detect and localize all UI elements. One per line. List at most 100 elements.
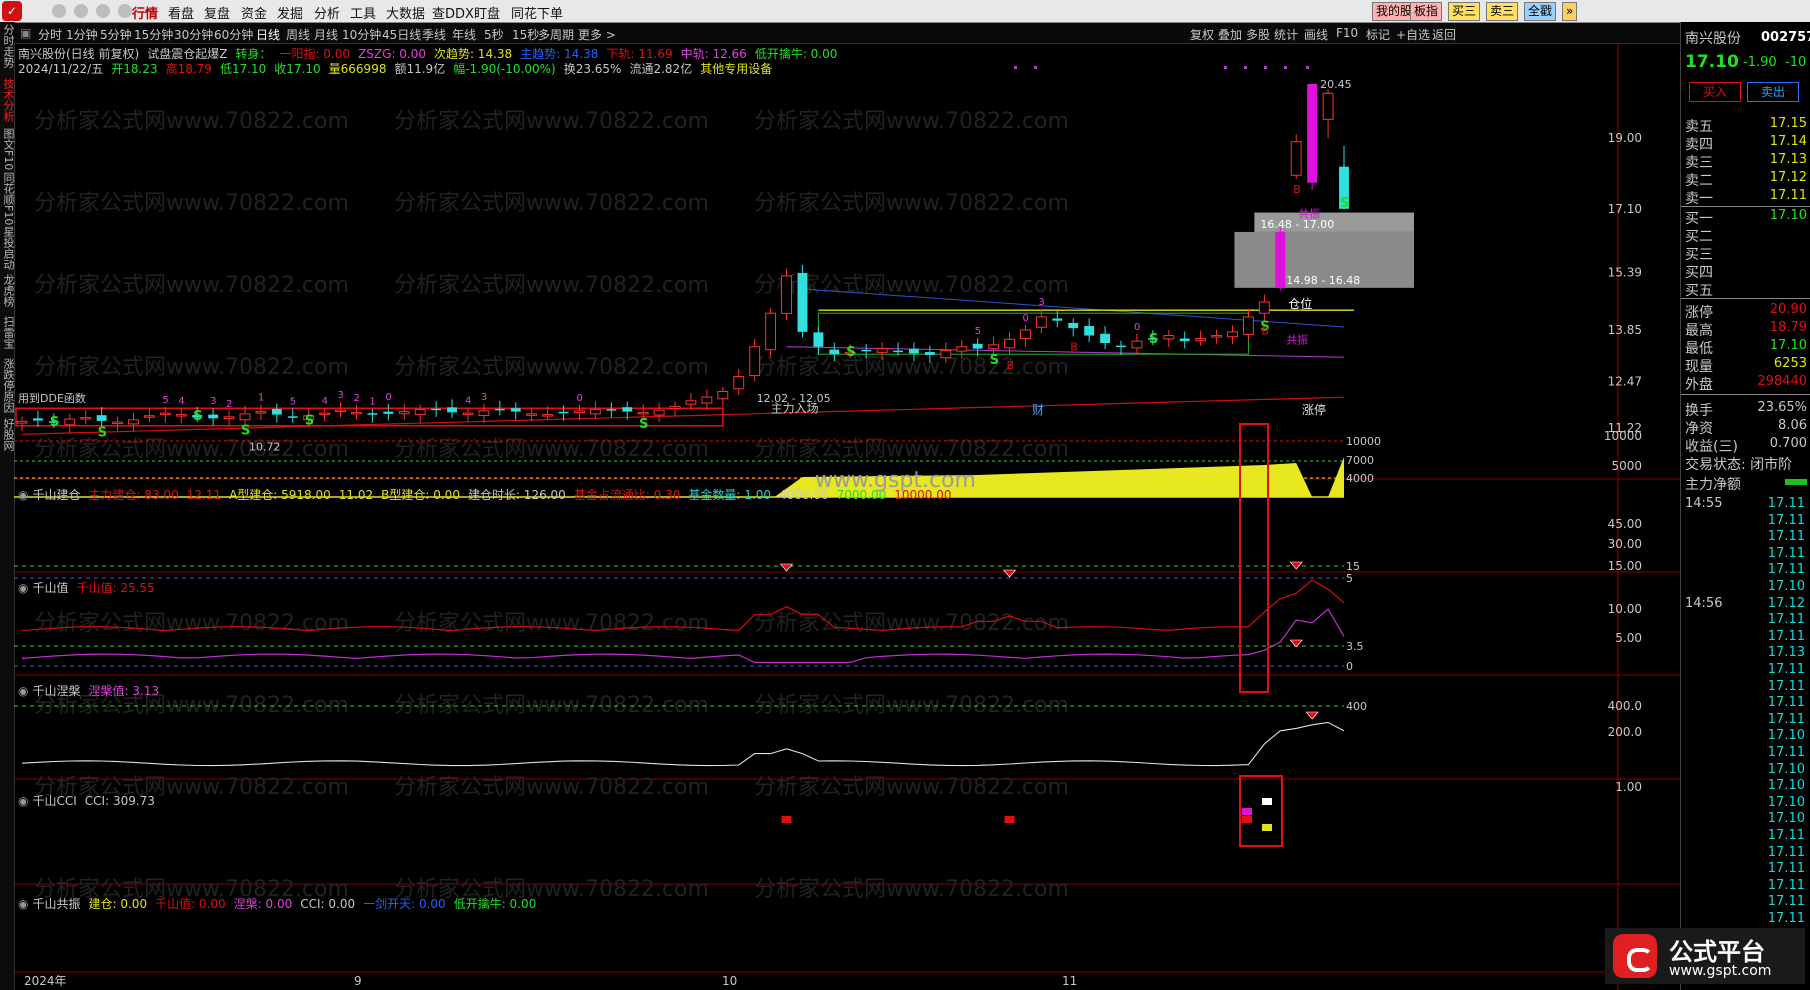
menu-item-6[interactable]: 工具 xyxy=(350,3,376,22)
tool-7[interactable]: +自选 xyxy=(1396,26,1430,43)
left-tab-7[interactable]: 涨跌停原因 xyxy=(0,358,15,413)
period-2[interactable]: 5分钟 xyxy=(100,26,132,43)
period-6[interactable]: 日线 xyxy=(256,26,280,43)
home-icon[interactable] xyxy=(52,4,66,18)
sub-axis-label: 5.00 xyxy=(1615,631,1642,645)
period-15[interactable]: 多周期 xyxy=(538,26,574,43)
ask-price: 17.12 xyxy=(1769,170,1807,185)
watermark-text: 分析家公式网www.70822.com xyxy=(34,191,349,216)
left-tab-1[interactable]: 技术分析 xyxy=(0,78,15,122)
period-11[interactable]: 季线 xyxy=(422,26,446,43)
expand-icon[interactable]: » xyxy=(1562,2,1578,21)
sub4-info-line: ◉ 千山CCI CCI: 309.73 xyxy=(18,792,163,809)
count-marker: 3 xyxy=(210,396,216,407)
menu-item-5[interactable]: 分析 xyxy=(314,3,340,22)
left-tab-6[interactable]: 扫雷宝 xyxy=(0,316,15,349)
left-tab-4[interactable]: 星投启动 xyxy=(0,226,15,270)
candle-body xyxy=(398,411,410,415)
menu-item-1[interactable]: 看盘 xyxy=(168,3,194,22)
bid-label: 买三 xyxy=(1685,247,1713,263)
period-7[interactable]: 周线 xyxy=(286,26,310,43)
chart-annotation: 用到DDE函数 xyxy=(18,392,86,405)
layout-icon[interactable]: ▣ xyxy=(20,26,31,40)
period-4[interactable]: 30分钟 xyxy=(174,26,213,43)
top-right-button-4[interactable]: 全戳 xyxy=(1524,2,1557,21)
tool-2[interactable]: 多股 xyxy=(1246,26,1270,43)
tool-3[interactable]: 统计 xyxy=(1274,26,1298,43)
buy-b-marker: B xyxy=(1293,183,1301,196)
period-8[interactable]: 月线 xyxy=(314,26,338,43)
back-icon[interactable] xyxy=(74,4,88,18)
quote-panel: 南兴股份 002757 17.10 -1.90 -10 买入 卖出 卖五 17.1… xyxy=(1680,22,1810,990)
collapse-icon[interactable]: ◉ xyxy=(18,684,28,698)
tool-1[interactable]: 叠加 xyxy=(1218,26,1242,43)
stat-row: 收益(三) 0.700 xyxy=(1685,436,1807,455)
sub-axis-label: 5000 xyxy=(1611,459,1642,473)
stat-row: 最高 18.79 xyxy=(1685,320,1807,339)
stat-label: 最高 xyxy=(1685,323,1713,339)
top-right-button-2[interactable]: 买三 xyxy=(1448,2,1481,21)
collapse-icon[interactable]: ◉ xyxy=(18,794,28,808)
left-tab-2[interactable]: 图文F10 xyxy=(0,128,15,170)
candle-body xyxy=(1163,335,1175,340)
left-tab-3[interactable]: 同花顺F10 xyxy=(0,172,15,225)
collapse-icon[interactable]: ◉ xyxy=(18,897,28,911)
bid-label: 买一 xyxy=(1685,211,1713,227)
menu-item-9[interactable]: 盯盘 xyxy=(474,3,500,22)
tool-5[interactable]: F10 xyxy=(1336,26,1358,40)
indicator-name: 千山共振 xyxy=(32,897,81,911)
stat-value: 18.79 xyxy=(1769,320,1807,335)
info-value: 次趋势: 14.38 xyxy=(433,47,513,61)
top-right-button-3[interactable]: 卖三 xyxy=(1486,2,1519,21)
info-value: 2024/11/22/五 xyxy=(18,62,104,76)
info-value: A型建仓: 5918.00 xyxy=(229,488,331,502)
left-tab-5[interactable]: 龙虎榜 xyxy=(0,274,15,307)
sub-axis-label: 45.00 xyxy=(1608,517,1642,531)
refresh-icon[interactable] xyxy=(118,4,132,18)
tool-4[interactable]: 画线 xyxy=(1304,26,1328,43)
forward-icon[interactable] xyxy=(96,4,110,18)
menu-item-8[interactable]: 查DDX xyxy=(432,3,474,22)
menu-item-3[interactable]: 资金 xyxy=(241,3,267,22)
sell-button[interactable]: 卖出 xyxy=(1747,82,1799,102)
signal-s-marker: S xyxy=(193,409,202,424)
period-toolbar: ▣ 分时 1分钟 5分钟 15分钟 30分钟 60分钟 日线 周线 月线 10分钟 45日线 季线 年线 5… xyxy=(14,23,1700,44)
candle-body xyxy=(909,348,919,354)
period-0[interactable]: 分时 xyxy=(38,26,62,43)
candle-body xyxy=(223,416,235,420)
book-divider xyxy=(1681,298,1810,299)
menu-item-2[interactable]: 复盘 xyxy=(204,3,230,22)
period-12[interactable]: 年线 xyxy=(452,26,476,43)
period-14[interactable]: 15秒 xyxy=(512,26,539,43)
period-5[interactable]: 60分钟 xyxy=(214,26,253,43)
left-tab-8[interactable]: 好股网 xyxy=(0,418,15,451)
tool-6[interactable]: 标记 xyxy=(1366,26,1390,43)
menu-item-4[interactable]: 发掘 xyxy=(277,3,303,22)
period-10[interactable]: 45日线 xyxy=(382,26,421,43)
count-marker: 2 xyxy=(226,399,232,410)
tool-8[interactable]: 返回 xyxy=(1432,26,1456,43)
menu-item-7[interactable]: 大数据 xyxy=(386,3,425,22)
tool-0[interactable]: 复权 xyxy=(1190,26,1214,43)
period-16[interactable]: 更多 > xyxy=(578,26,616,43)
kline-chart-area[interactable]: 分析家公式网www.70822.com 分析家公式网www.70822.com 分析… xyxy=(14,44,1680,990)
period-9[interactable]: 10分钟 xyxy=(342,26,381,43)
tick-price: 17.10 xyxy=(1767,811,1805,827)
period-1[interactable]: 1分钟 xyxy=(66,26,98,43)
top-dot xyxy=(1034,66,1037,69)
menu-item-10[interactable]: 同花下单 xyxy=(511,3,563,22)
menu-item-0[interactable]: 行情 xyxy=(132,3,158,22)
tick-price: 17.10 xyxy=(1767,778,1805,794)
buy-button[interactable]: 买入 xyxy=(1689,82,1741,102)
collapse-icon[interactable]: ◉ xyxy=(18,488,28,502)
bid-label: 买五 xyxy=(1685,283,1713,299)
collapse-icon[interactable]: ◉ xyxy=(18,581,28,595)
period-13[interactable]: 5秒 xyxy=(484,26,504,43)
top-right-button-1[interactable]: 板指 xyxy=(1410,2,1443,21)
period-3[interactable]: 15分钟 xyxy=(134,26,173,43)
info-value: 下轨: 11.69 xyxy=(606,47,673,61)
count-marker: 1 xyxy=(369,397,375,408)
left-tab-0[interactable]: 分时走势 xyxy=(0,24,15,68)
app-logo-icon[interactable]: ✓ xyxy=(2,1,22,21)
candle-body xyxy=(829,349,840,355)
